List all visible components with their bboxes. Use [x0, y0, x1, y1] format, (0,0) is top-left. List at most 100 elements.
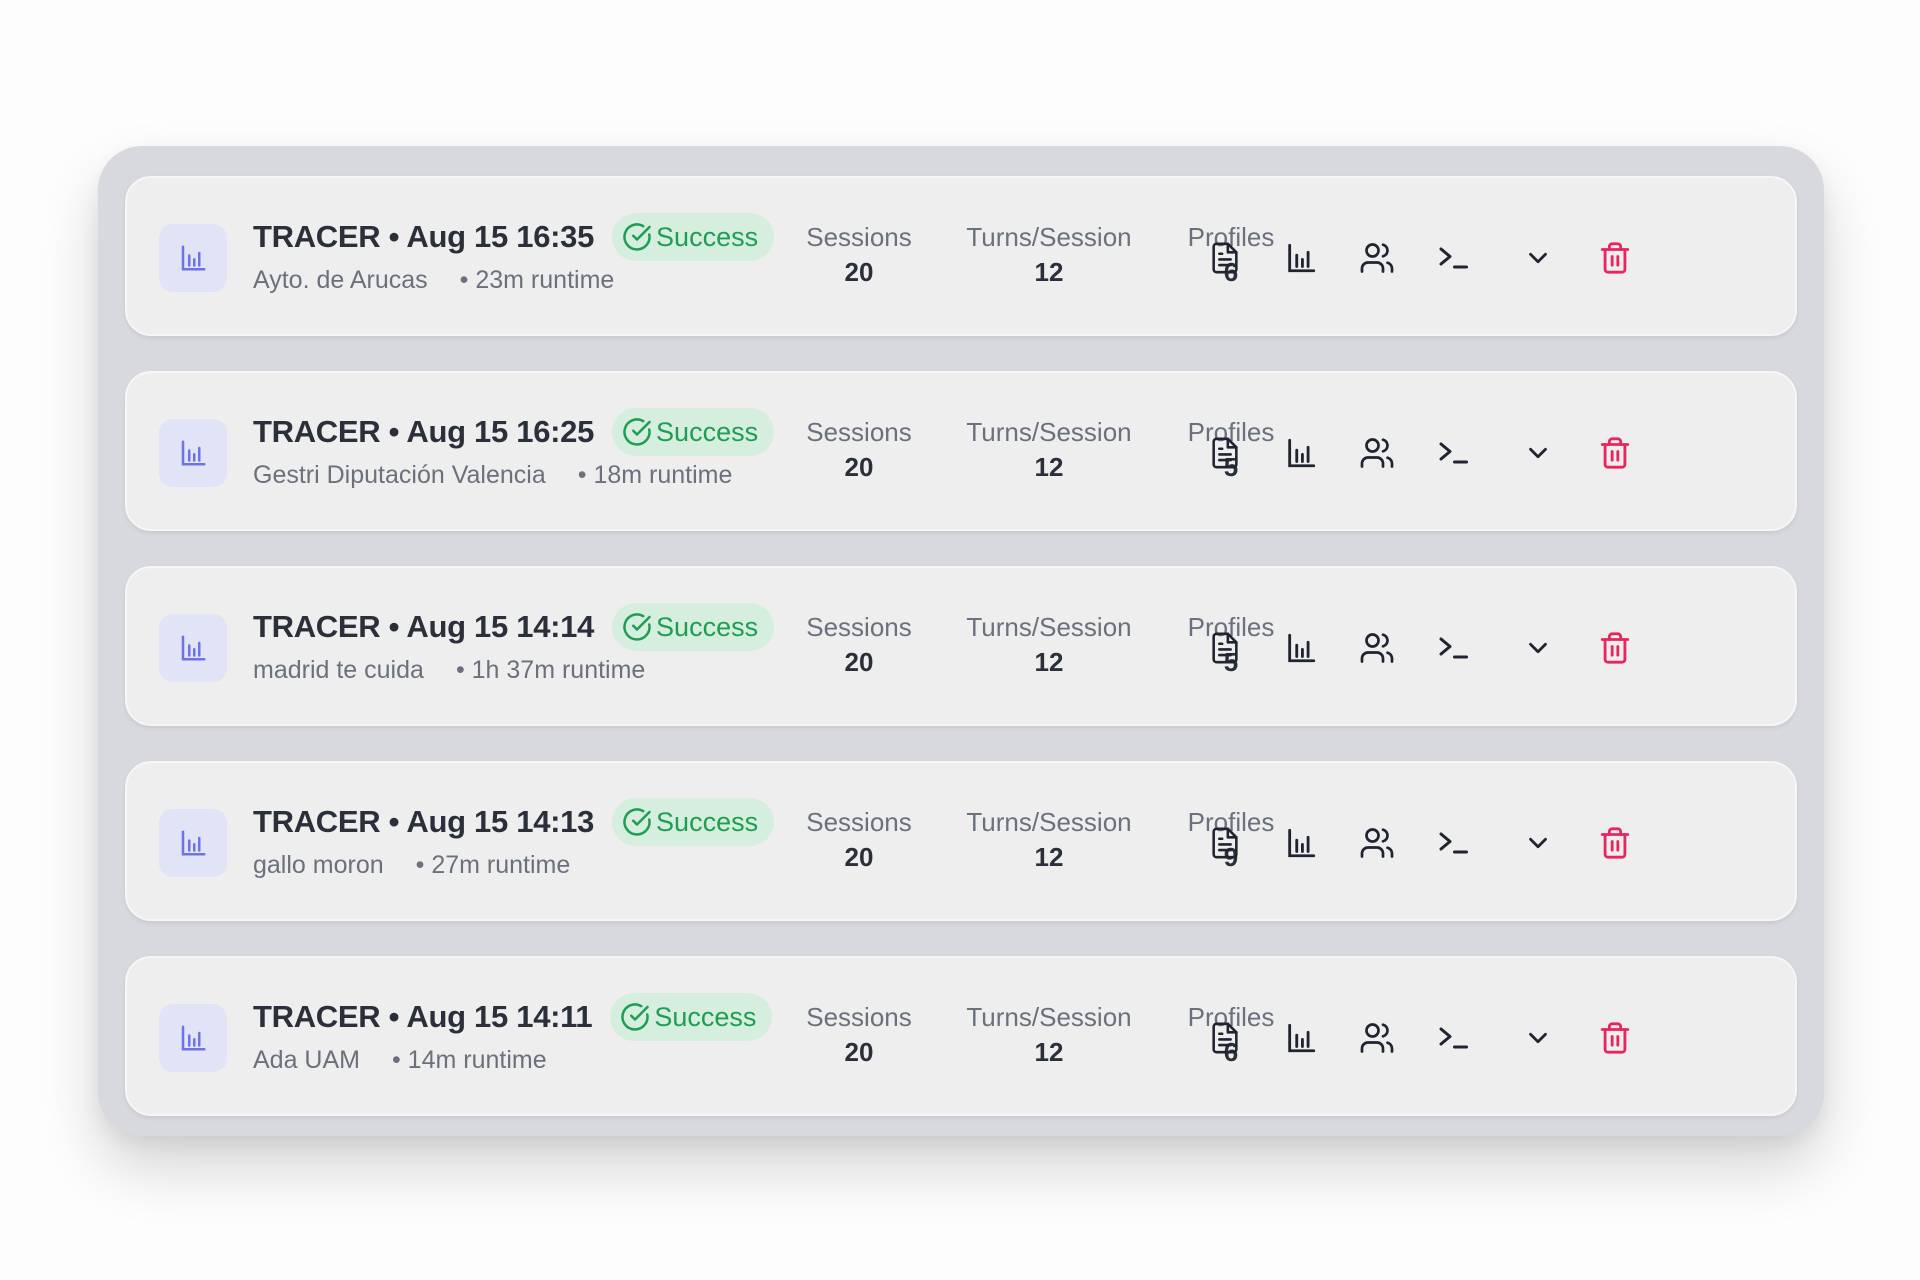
view-profiles-button[interactable] — [1357, 238, 1397, 278]
bar-chart-icon — [159, 224, 227, 292]
expand-button[interactable] — [1518, 433, 1558, 473]
check-circle-icon — [622, 612, 652, 642]
bar-chart-icon — [159, 614, 227, 682]
status-badge: Success — [612, 408, 775, 456]
expand-button[interactable] — [1518, 823, 1558, 863]
view-report-button[interactable] — [1205, 238, 1245, 278]
run-title: TRACER • Aug 15 14:14 — [253, 609, 595, 644]
expand-button[interactable] — [1518, 628, 1558, 668]
view-profiles-button[interactable] — [1357, 1018, 1397, 1058]
stat-sessions: Sessions 20 — [806, 1002, 912, 1068]
view-logs-button[interactable] — [1433, 238, 1473, 278]
run-info: TRACER • Aug 15 14:13 Success gallo moro… — [253, 798, 793, 880]
status-badge: Success — [610, 993, 773, 1041]
view-report-button[interactable] — [1205, 628, 1245, 668]
delete-button[interactable] — [1595, 823, 1635, 863]
view-analytics-button[interactable] — [1281, 238, 1321, 278]
stat-label: Sessions — [806, 417, 912, 447]
stat-value: 12 — [1034, 647, 1064, 677]
stat-value: 20 — [844, 452, 874, 482]
bar-chart-icon — [159, 419, 227, 487]
view-analytics-button[interactable] — [1281, 433, 1321, 473]
view-analytics-button[interactable] — [1281, 1018, 1321, 1058]
run-card[interactable]: TRACER • Aug 15 14:11 Success Ada UAM • 1… — [125, 956, 1797, 1116]
chevron-down-icon — [1523, 1023, 1553, 1053]
runs-list: TRACER • Aug 15 16:35 Success Ayto. de A… — [98, 146, 1824, 1136]
view-analytics-button[interactable] — [1281, 628, 1321, 668]
stat-turns: Turns/Session 12 — [966, 417, 1131, 483]
status-label: Success — [656, 221, 759, 252]
run-card[interactable]: TRACER • Aug 15 16:25 Success Gestri Dip… — [125, 371, 1797, 531]
delete-button[interactable] — [1595, 628, 1635, 668]
view-report-button[interactable] — [1205, 823, 1245, 863]
run-title: TRACER • Aug 15 14:11 — [253, 999, 593, 1034]
run-info: TRACER • Aug 15 16:35 Success Ayto. de A… — [253, 213, 793, 295]
document-icon — [1208, 1021, 1242, 1055]
delete-button[interactable] — [1595, 238, 1635, 278]
view-report-button[interactable] — [1205, 433, 1245, 473]
run-title: TRACER • Aug 15 14:13 — [253, 804, 595, 839]
stat-value: 12 — [1034, 452, 1064, 482]
delete-button[interactable] — [1595, 433, 1635, 473]
view-profiles-button[interactable] — [1357, 433, 1397, 473]
run-runtime: • 1h 37m runtime — [455, 656, 646, 684]
view-profiles-button[interactable] — [1357, 628, 1397, 668]
run-subtitle: madrid te cuida — [253, 656, 424, 684]
stat-label: Turns/Session — [966, 222, 1132, 252]
document-icon — [1208, 436, 1242, 470]
terminal-icon — [1435, 240, 1471, 276]
run-subtitle: gallo moron — [253, 851, 384, 879]
status-label: Success — [656, 806, 759, 837]
terminal-icon — [1435, 825, 1471, 861]
chevron-down-icon — [1523, 438, 1553, 468]
view-profiles-button[interactable] — [1357, 823, 1397, 863]
view-logs-button[interactable] — [1433, 1018, 1473, 1058]
check-circle-icon — [622, 417, 652, 447]
view-logs-button[interactable] — [1433, 823, 1473, 863]
trash-icon — [1598, 631, 1632, 665]
status-label: Success — [654, 1001, 757, 1032]
stat-label: Turns/Session — [966, 417, 1132, 447]
view-logs-button[interactable] — [1433, 628, 1473, 668]
document-icon — [1208, 241, 1242, 275]
stat-label: Sessions — [806, 612, 912, 642]
trash-icon — [1598, 826, 1632, 860]
stat-label: Turns/Session — [966, 1002, 1132, 1032]
status-badge: Success — [612, 603, 775, 651]
bar-chart-icon — [159, 809, 227, 877]
bar-chart-icon — [1284, 436, 1318, 470]
run-card[interactable]: TRACER • Aug 15 16:35 Success Ayto. de A… — [125, 176, 1797, 336]
users-icon — [1359, 1020, 1395, 1056]
trash-icon — [1598, 241, 1632, 275]
run-title: TRACER • Aug 15 16:35 — [253, 219, 595, 254]
run-info: TRACER • Aug 15 16:25 Success Gestri Dip… — [253, 408, 793, 490]
trash-icon — [1598, 436, 1632, 470]
bar-chart-icon — [1284, 1021, 1318, 1055]
delete-button[interactable] — [1595, 1018, 1635, 1058]
status-badge: Success — [612, 213, 775, 261]
view-logs-button[interactable] — [1433, 433, 1473, 473]
stat-value: 20 — [844, 647, 874, 677]
stat-sessions: Sessions 20 — [806, 222, 912, 288]
run-card[interactable]: TRACER • Aug 15 14:14 Success madrid te … — [125, 566, 1797, 726]
bar-chart-icon — [1284, 241, 1318, 275]
chevron-down-icon — [1523, 828, 1553, 858]
expand-button[interactable] — [1518, 238, 1558, 278]
run-card[interactable]: TRACER • Aug 15 14:13 Success gallo moro… — [125, 761, 1797, 921]
stat-sessions: Sessions 20 — [806, 807, 912, 873]
chevron-down-icon — [1523, 243, 1553, 273]
stat-label: Sessions — [806, 1002, 912, 1032]
status-badge: Success — [612, 798, 775, 846]
stat-turns: Turns/Session 12 — [966, 612, 1131, 678]
view-report-button[interactable] — [1205, 1018, 1245, 1058]
run-runtime: • 18m runtime — [577, 461, 733, 489]
stat-value: 20 — [844, 257, 874, 287]
users-icon — [1359, 825, 1395, 861]
stat-label: Sessions — [806, 222, 912, 252]
status-label: Success — [656, 416, 759, 447]
stat-sessions: Sessions 20 — [806, 417, 912, 483]
check-circle-icon — [622, 222, 652, 252]
view-analytics-button[interactable] — [1281, 823, 1321, 863]
expand-button[interactable] — [1518, 1018, 1558, 1058]
run-runtime: • 23m runtime — [459, 266, 615, 294]
